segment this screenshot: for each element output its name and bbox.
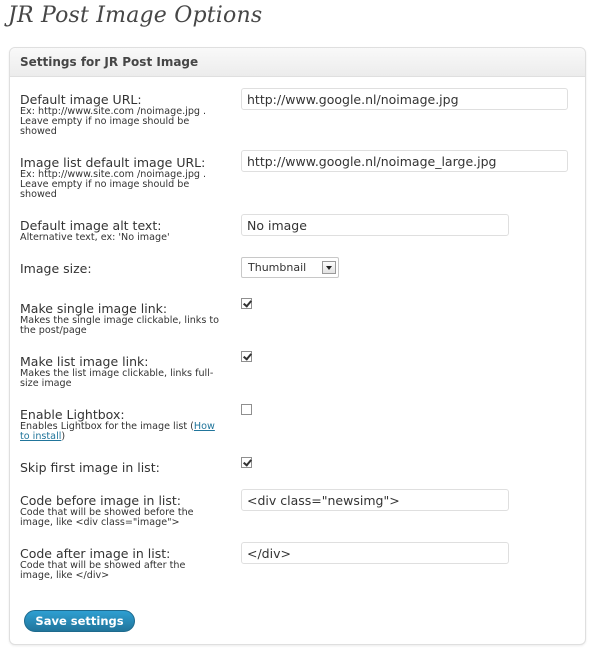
save-settings-button[interactable]: Save settings [24, 610, 135, 632]
lightbox-field-wrap [241, 404, 252, 415]
lightbox-checkbox[interactable] [241, 404, 252, 415]
settings-panel: Settings for JR Post Image Default image… [9, 47, 586, 645]
image-size-label: Image size: [20, 261, 92, 276]
row-lightbox: Enable Lightbox: Enables Lightbox for th… [20, 407, 220, 442]
code-after-desc: Code that will be showed after the image… [20, 560, 186, 581]
code-after-label: Code after image in list: [20, 546, 171, 561]
code-after-input[interactable] [241, 542, 509, 564]
panel-heading: Settings for JR Post Image [10, 48, 585, 77]
single-image-link-checkbox[interactable] [241, 298, 252, 309]
code-before-field-wrap [241, 489, 509, 511]
single-image-link-field-wrap [241, 298, 252, 309]
row-list-default-image-url: Image list default image URL: Ex: http:/… [20, 155, 220, 200]
list-image-link-field-wrap [241, 351, 252, 362]
row-default-image-url: Default image URL: Ex: http://www.site.c… [20, 92, 220, 137]
default-image-url-label: Default image URL: [20, 92, 142, 107]
list-image-link-checkbox[interactable] [241, 351, 252, 362]
default-image-url-input[interactable] [241, 88, 568, 110]
code-before-desc: Code that will be showed before the imag… [20, 507, 194, 528]
image-size-select[interactable]: Thumbnail [241, 257, 339, 278]
alt-text-desc: Alternative text, ex: 'No image' [20, 232, 170, 243]
row-skip-first: Skip first image in list: [20, 460, 160, 475]
default-image-url-desc: Ex: http://www.site.com /noimage.jpg . L… [20, 106, 207, 137]
lightbox-desc: Enables Lightbox for the image list (How… [20, 422, 220, 442]
list-default-image-url-field-wrap [241, 150, 568, 172]
alt-text-input[interactable] [241, 214, 509, 236]
alt-text-label: Default image alt text: [20, 218, 162, 233]
image-size-field-wrap: Thumbnail [241, 257, 339, 278]
page-title: JR Post Image Options [8, 3, 263, 28]
list-default-image-url-label: Image list default image URL: [20, 155, 206, 170]
code-after-field-wrap [241, 542, 509, 564]
row-code-before: Code before image in list: Code that wil… [20, 493, 220, 528]
default-image-url-field-wrap [241, 88, 568, 110]
chevron-down-icon[interactable] [322, 261, 336, 274]
row-code-after: Code after image in list: Code that will… [20, 546, 220, 581]
code-before-label: Code before image in list: [20, 493, 182, 508]
lightbox-desc-suffix: ) [61, 431, 66, 442]
list-default-image-url-input[interactable] [241, 150, 568, 172]
skip-first-label: Skip first image in list: [20, 460, 160, 475]
list-image-link-label: Make list image link: [20, 354, 149, 369]
row-alt-text: Default image alt text: Alternative text… [20, 218, 240, 243]
skip-first-field-wrap [241, 457, 252, 468]
row-list-image-link: Make list image link: Makes the list ima… [20, 354, 220, 389]
single-image-link-desc: Makes the single image clickable, links … [20, 315, 220, 336]
list-image-link-desc: Makes the list image clickable, links fu… [20, 368, 214, 389]
single-image-link-label: Make single image link: [20, 301, 168, 316]
row-image-size: Image size: [20, 261, 92, 276]
skip-first-checkbox[interactable] [241, 457, 252, 468]
list-default-image-url-desc: Ex: http://www.site.com /noimage.jpg . L… [20, 169, 207, 200]
lightbox-label: Enable Lightbox: [20, 407, 125, 422]
row-single-image-link: Make single image link: Makes the single… [20, 301, 220, 336]
code-before-input[interactable] [241, 489, 509, 511]
alt-text-field-wrap [241, 214, 509, 236]
image-size-selected-value: Thumbnail [248, 261, 307, 274]
